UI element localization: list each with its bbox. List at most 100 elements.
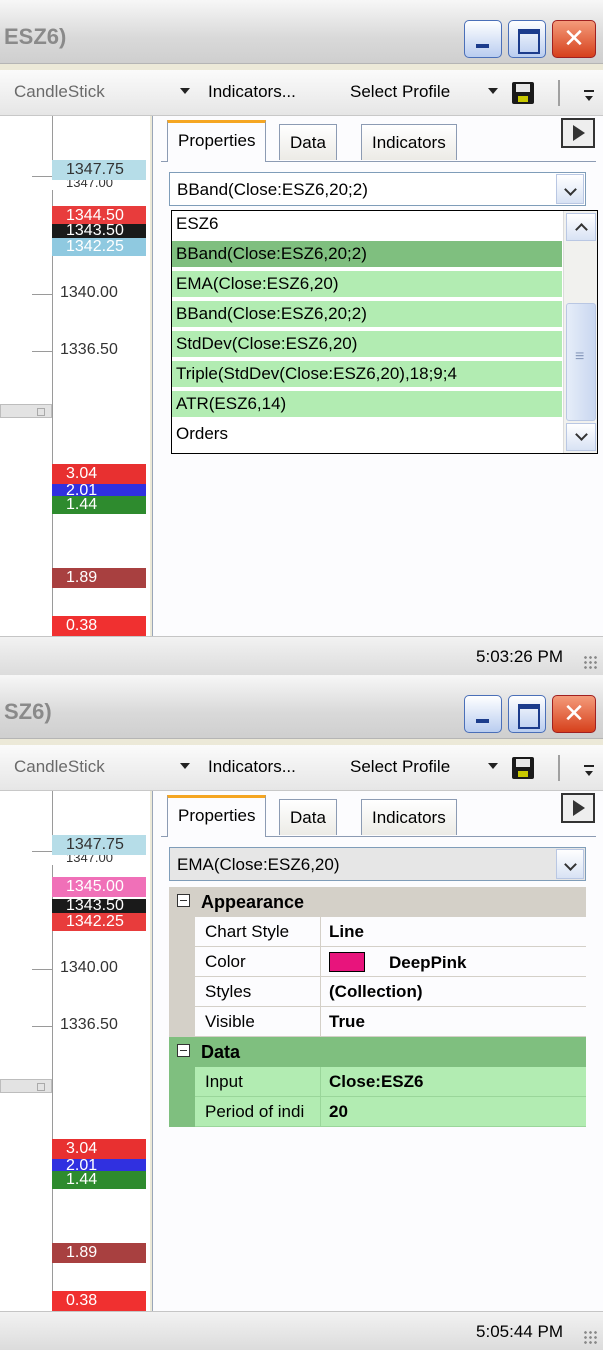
- indicator-dropdown-list: ESZ6 BBand(Close:ESZ6,20;2) EMA(Close:ES…: [171, 210, 598, 454]
- indicator-select[interactable]: EMA(Close:ESZ6,20): [169, 847, 586, 881]
- axis-line: [52, 116, 53, 636]
- chart-style-dropdown-icon[interactable]: [180, 763, 190, 769]
- chart-scrollbar[interactable]: [0, 1079, 52, 1093]
- save-icon[interactable]: [512, 757, 534, 779]
- scroll-up-icon[interactable]: [566, 213, 596, 241]
- play-icon[interactable]: [561, 118, 595, 148]
- status-time: 5:05:44 PM: [476, 1322, 563, 1341]
- property-row-color[interactable]: Color DeepPink: [169, 947, 586, 977]
- property-grid: Appearance Chart Style Line Color DeepPi…: [169, 887, 586, 1127]
- close-button[interactable]: ✕: [552, 20, 596, 58]
- toolbar: CandleStick Indicators... Select Profile: [0, 70, 603, 116]
- property-value[interactable]: Close:ESZ6: [321, 1067, 586, 1097]
- minimize-button[interactable]: [464, 20, 502, 58]
- status-bar: 5:05:44 PM: [0, 1311, 603, 1350]
- indicator-box: 3.04: [52, 464, 146, 484]
- axis-label: 1340.00: [60, 284, 118, 301]
- window-dropdown-open: ESZ6) ✕ CandleStick Indicators... Select…: [0, 0, 603, 675]
- collapse-icon[interactable]: [177, 1044, 190, 1057]
- chevron-down-icon[interactable]: [556, 849, 584, 879]
- indicators-button[interactable]: Indicators...: [208, 757, 296, 777]
- toolbar: CandleStick Indicators... Select Profile: [0, 745, 603, 791]
- property-value[interactable]: (Collection): [321, 977, 586, 1007]
- list-item[interactable]: Orders: [172, 421, 562, 447]
- tab-indicators[interactable]: Indicators: [361, 799, 457, 835]
- indicators-button[interactable]: Indicators...: [208, 82, 296, 102]
- list-item[interactable]: EMA(Close:ESZ6,20): [172, 271, 562, 297]
- axis-label: 1336.50: [60, 1016, 118, 1033]
- chart-style-label[interactable]: CandleStick: [14, 757, 105, 777]
- title-bar[interactable]: ESZ6) ✕: [0, 0, 603, 64]
- play-icon[interactable]: [561, 793, 595, 823]
- category-data[interactable]: Data: [169, 1037, 586, 1067]
- category-label: Data: [201, 1042, 241, 1062]
- list-item[interactable]: ESZ6: [172, 211, 562, 237]
- tab-properties[interactable]: Properties: [167, 120, 267, 162]
- property-row-chart-style[interactable]: Chart Style Line: [169, 917, 586, 947]
- property-row-styles[interactable]: Styles (Collection): [169, 977, 586, 1007]
- select-profile-button[interactable]: Select Profile: [350, 757, 450, 777]
- title-bar[interactable]: SZ6) ✕: [0, 675, 603, 739]
- chart-scrollbar[interactable]: [0, 404, 52, 418]
- color-name: DeepPink: [389, 953, 467, 972]
- select-profile-dropdown-icon[interactable]: [488, 763, 498, 769]
- maximize-button[interactable]: [508, 695, 546, 733]
- maximize-button[interactable]: [508, 20, 546, 58]
- resize-grip-icon[interactable]: [583, 1330, 597, 1344]
- select-profile-button[interactable]: Select Profile: [350, 82, 450, 102]
- indicator-select[interactable]: BBand(Close:ESZ6,20;2): [169, 172, 586, 206]
- category-appearance[interactable]: Appearance: [169, 887, 586, 917]
- property-name: Color: [195, 947, 321, 977]
- status-bar: 5:03:26 PM: [0, 636, 603, 675]
- category-label: Appearance: [201, 892, 305, 912]
- price-box-lower: 1342.25: [52, 238, 146, 256]
- price-box-upper: 1345.00: [52, 877, 146, 897]
- axis-line: [52, 791, 53, 1311]
- scroll-thumb[interactable]: [566, 303, 596, 421]
- close-button[interactable]: ✕: [552, 695, 596, 733]
- list-item[interactable]: BBand(Close:ESZ6,20;2): [172, 301, 562, 327]
- collapse-icon[interactable]: [177, 894, 190, 907]
- list-item[interactable]: StdDev(Close:ESZ6,20): [172, 331, 562, 357]
- dropdown-scrollbar[interactable]: [563, 211, 597, 453]
- property-value[interactable]: 20: [321, 1097, 586, 1127]
- status-time: 5:03:26 PM: [476, 647, 563, 666]
- window-title: SZ6): [4, 699, 52, 724]
- list-item[interactable]: ATR(ESZ6,14): [172, 391, 562, 417]
- window-property-grid: SZ6) ✕ CandleStick Indicators... Select …: [0, 675, 603, 1350]
- tab-data[interactable]: Data: [279, 124, 337, 160]
- property-value-color[interactable]: DeepPink: [321, 947, 586, 977]
- axis-tick: [32, 294, 52, 295]
- list-item-selected[interactable]: BBand(Close:ESZ6,20;2): [172, 241, 562, 267]
- list-item[interactable]: Triple(StdDev(Close:ESZ6,20),18;9;4: [172, 361, 562, 387]
- property-row-period[interactable]: Period of indi 20: [169, 1097, 586, 1127]
- chart-style-dropdown-icon[interactable]: [180, 88, 190, 94]
- chevron-down-icon[interactable]: [556, 174, 584, 204]
- tab-data[interactable]: Data: [279, 799, 337, 835]
- axis-label: 1340.00: [60, 959, 118, 976]
- toolbar-overflow-icon[interactable]: [584, 765, 594, 781]
- property-value[interactable]: Line: [321, 917, 586, 947]
- property-row-input[interactable]: Input Close:ESZ6: [169, 1067, 586, 1097]
- resize-grip-icon[interactable]: [583, 655, 597, 669]
- property-name: Styles: [195, 977, 321, 1007]
- property-value[interactable]: True: [321, 1007, 586, 1037]
- price-box-lower: 1342.25: [52, 913, 146, 931]
- tab-properties[interactable]: Properties: [167, 795, 267, 837]
- toolbar-separator: [558, 80, 560, 106]
- scroll-down-icon[interactable]: [566, 423, 596, 451]
- chart-style-label[interactable]: CandleStick: [14, 82, 105, 102]
- axis-label: 1336.50: [60, 341, 118, 358]
- properties-window: Properties Data Indicators BBand(Close:E…: [152, 116, 603, 636]
- select-profile-dropdown-icon[interactable]: [488, 88, 498, 94]
- tab-indicators[interactable]: Indicators: [361, 124, 457, 160]
- price-box-close: 1343.50: [52, 223, 146, 239]
- property-row-visible[interactable]: Visible True: [169, 1007, 586, 1037]
- save-icon[interactable]: [512, 82, 534, 104]
- property-name: Chart Style: [195, 917, 321, 947]
- toolbar-overflow-icon[interactable]: [584, 90, 594, 106]
- close-icon: ✕: [563, 698, 585, 728]
- price-box-close: 1343.50: [52, 898, 146, 914]
- minimize-button[interactable]: [464, 695, 502, 733]
- property-name: Input: [195, 1067, 321, 1097]
